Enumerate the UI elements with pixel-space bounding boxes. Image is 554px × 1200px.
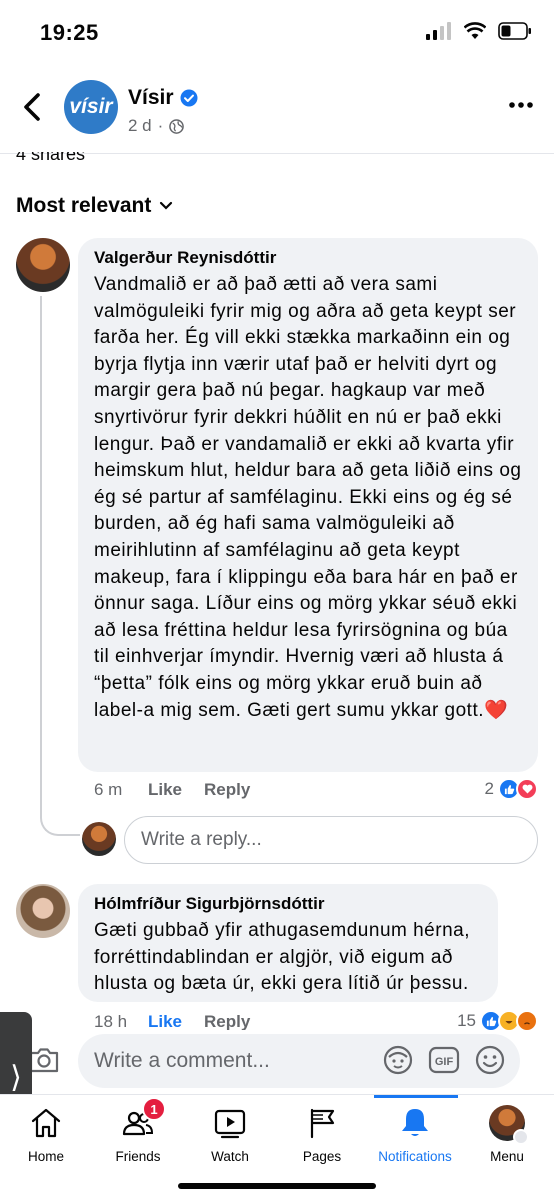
- like-button[interactable]: Like: [148, 780, 182, 800]
- tab-notifications[interactable]: Notifications: [369, 1105, 461, 1164]
- verified-badge-icon: [180, 89, 198, 107]
- menu-hamburger-badge: [513, 1129, 529, 1145]
- emoji-icon[interactable]: [474, 1044, 506, 1076]
- comment-bubble[interactable]: Hólmfríður Sigurbjörnsdóttir Gæti gubbað…: [78, 884, 498, 1002]
- bell-icon: [397, 1105, 433, 1141]
- comment-author[interactable]: Valgerður Reynisdóttir: [94, 248, 522, 268]
- avatar-sticker-icon[interactable]: [382, 1044, 414, 1076]
- globe-icon: [169, 118, 185, 134]
- love-reaction-icon: [516, 778, 538, 800]
- post-age[interactable]: 2 d: [128, 116, 152, 136]
- commenter-avatar[interactable]: [16, 238, 70, 292]
- post-meta: 2 d ·: [128, 116, 185, 136]
- tab-label: Home: [27, 1149, 64, 1164]
- page-name[interactable]: Vísir: [128, 86, 174, 110]
- profile-avatar-icon: [489, 1105, 529, 1145]
- chevron-right-icon: ⟩: [10, 1060, 22, 1094]
- comment-time[interactable]: 18 h: [94, 1012, 148, 1032]
- cellular-signal-icon: [426, 22, 451, 40]
- gif-icon[interactable]: GIF: [428, 1044, 460, 1076]
- thread-connector: [40, 296, 80, 836]
- more-options-icon[interactable]: [508, 100, 534, 110]
- like-button[interactable]: Like: [148, 1012, 182, 1032]
- tab-watch[interactable]: Watch: [184, 1105, 276, 1164]
- status-time: 19:25: [40, 20, 99, 45]
- friends-icon: 1: [120, 1097, 166, 1141]
- status-bar: 19:25: [0, 0, 554, 64]
- tab-friends[interactable]: 1 Friends: [92, 1097, 184, 1164]
- reply-button[interactable]: Reply: [204, 1012, 250, 1032]
- comment-body: Vandmalið er að það ætti að vera sami va…: [94, 274, 522, 721]
- tab-menu[interactable]: Menu: [461, 1105, 553, 1164]
- reply-input[interactable]: Write a reply...: [124, 816, 538, 864]
- reaction-summary[interactable]: 2: [485, 778, 538, 800]
- tab-home[interactable]: Home: [0, 1105, 92, 1164]
- watch-icon: [212, 1105, 248, 1141]
- tab-pages[interactable]: Pages: [276, 1105, 368, 1164]
- comment-text: Vandmalið er að það ætti að vera sami va…: [94, 272, 522, 724]
- active-tab-indicator: [374, 1095, 458, 1098]
- composer-tools: GIF: [382, 1044, 506, 1076]
- comment-actions: 6 m Like Reply: [94, 780, 272, 800]
- page-avatar[interactable]: vísir: [64, 80, 118, 134]
- commenter-avatar[interactable]: [16, 884, 70, 938]
- tab-label: Watch: [211, 1149, 249, 1164]
- home-indicator[interactable]: [178, 1183, 376, 1189]
- tab-label: Pages: [302, 1149, 342, 1164]
- heart-emoji: ❤️: [484, 699, 509, 721]
- status-icons: [426, 22, 532, 40]
- tab-label: Menu: [490, 1149, 524, 1164]
- battery-icon: [498, 22, 531, 40]
- reply-button[interactable]: Reply: [204, 780, 250, 800]
- chevron-down-icon: [160, 201, 173, 210]
- reaction-summary[interactable]: 15: [457, 1010, 538, 1032]
- tab-label: Friends: [115, 1149, 161, 1164]
- my-avatar: [82, 822, 116, 856]
- pages-flag-icon: [304, 1105, 340, 1141]
- wifi-icon: [464, 22, 486, 39]
- sort-label: Most relevant: [16, 194, 152, 217]
- menu-avatar: [489, 1105, 529, 1145]
- tab-label: Notifications: [378, 1149, 452, 1164]
- comment-composer: Write a comment... GIF: [0, 1030, 554, 1094]
- comment-actions: 18 h Like Reply: [94, 1012, 272, 1032]
- angry-reaction-icon: [516, 1010, 538, 1032]
- camera-icon[interactable]: [28, 1044, 60, 1076]
- post-header: vísir Vísir 2 d ·: [0, 72, 554, 154]
- reaction-count: 2: [484, 779, 494, 798]
- comment-body: Gæti gubbað yfir athugasemdunum hérna, f…: [94, 920, 470, 995]
- comment-time[interactable]: 6 m: [94, 780, 148, 800]
- friends-badge: 1: [142, 1097, 166, 1121]
- back-arrow-icon[interactable]: [20, 92, 46, 122]
- comment-bubble[interactable]: Valgerður Reynisdóttir Vandmalið er að þ…: [78, 238, 538, 772]
- reaction-count: 15: [457, 1011, 476, 1030]
- gif-label: GIF: [435, 1056, 454, 1068]
- page-name-row: Vísir: [128, 86, 198, 110]
- comment-author[interactable]: Hólmfríður Sigurbjörnsdóttir: [94, 894, 482, 914]
- home-icon: [28, 1105, 64, 1141]
- comment-sort-selector[interactable]: Most relevant: [16, 194, 173, 218]
